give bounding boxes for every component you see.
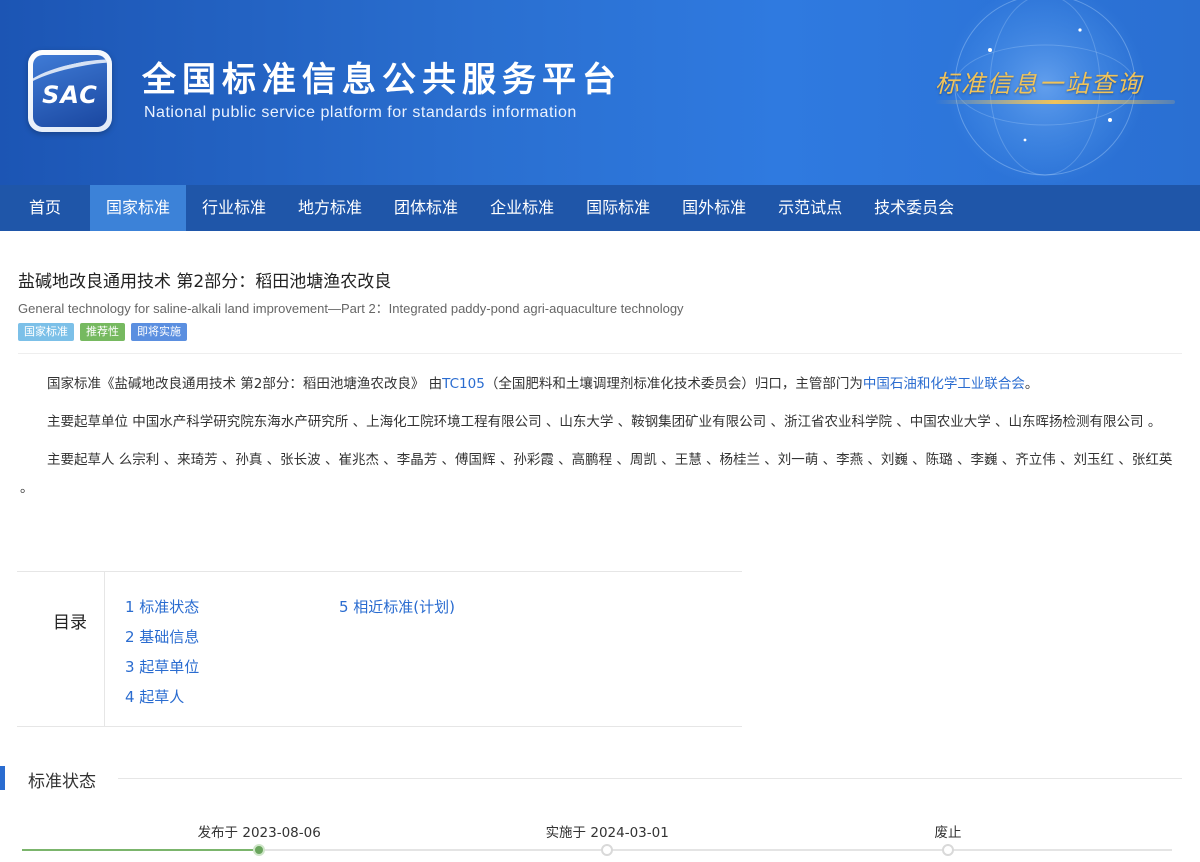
drafters-paragraph: 主要起草人 么宗利 、来琦芳 、孙真 、张长波 、崔兆杰 、李晶芳 、傅国辉 、… bbox=[18, 446, 1182, 502]
table-of-contents: 目录 1 标准状态 2 基础信息 3 起草单位 4 起草人 5 相近标准(计划) bbox=[17, 571, 742, 727]
standard-title-en: General technology for saline-alkali lan… bbox=[18, 301, 684, 316]
logo-text: SAC bbox=[42, 81, 98, 109]
intro-middle: （全国肥料和土壤调理剂标准化技术委员会）归口，主管部门为 bbox=[484, 376, 863, 392]
nav-foreign-standards[interactable]: 国外标准 bbox=[666, 185, 762, 231]
drafters-label: 主要起草人 bbox=[47, 452, 115, 468]
toc-label-cell: 目录 bbox=[17, 572, 105, 726]
timeline-dot-abolished bbox=[942, 844, 954, 856]
toc-link-status[interactable]: 1 标准状态 bbox=[125, 592, 199, 622]
toc-label: 目录 bbox=[53, 613, 87, 633]
nav-national-standards[interactable]: 国家标准 bbox=[90, 185, 187, 231]
timeline-dot-published bbox=[253, 844, 266, 856]
nav-group-standards[interactable]: 团体标准 bbox=[378, 185, 474, 231]
toc-link-basic-info[interactable]: 2 基础信息 bbox=[125, 622, 199, 652]
drafting-units-text: 中国水产科学研究院东海水产研究所 、上海化工院环境工程有限公司 、山东大学 、鞍… bbox=[132, 414, 1162, 430]
section-divider bbox=[118, 778, 1182, 779]
department-link[interactable]: 中国石油和化学工业联合会 bbox=[863, 376, 1025, 392]
timeline-label-effective: 实施于 2024-03-01 bbox=[545, 825, 669, 841]
timeline-dot-effective bbox=[601, 844, 614, 856]
toc-column-2: 5 相近标准(计划) bbox=[339, 592, 455, 622]
title-divider bbox=[18, 353, 1182, 354]
timeline-progress bbox=[22, 849, 260, 851]
slogan: 标准信息一站查询 bbox=[935, 70, 1143, 98]
main-content: 盐碱地改良通用技术 第2部分：稻田池塘渔农改良 General technolo… bbox=[0, 267, 1200, 502]
badge-recommended: 推荐性 bbox=[80, 323, 125, 341]
nav-local-standards[interactable]: 地方标准 bbox=[282, 185, 378, 231]
nav-enterprise-standards[interactable]: 企业标准 bbox=[474, 185, 570, 231]
nav-pilot[interactable]: 示范试点 bbox=[762, 185, 858, 231]
tc-link[interactable]: TC105 bbox=[442, 376, 485, 392]
site-subtitle: National public service platform for sta… bbox=[144, 104, 577, 121]
drafters-text: 么宗利 、来琦芳 、孙真 、张长波 、崔兆杰 、李晶芳 、傅国辉 、孙彩霞 、高… bbox=[20, 452, 1173, 496]
drafting-units-label: 主要起草单位 bbox=[47, 414, 128, 430]
badge-upcoming: 即将实施 bbox=[131, 323, 187, 341]
nav-home[interactable]: 首页 bbox=[0, 185, 90, 231]
intro-prefix: 国家标准《盐碱地改良通用技术 第2部分：稻田池塘渔农改良》 由 bbox=[47, 376, 443, 392]
slogan-underline bbox=[935, 100, 1175, 104]
nav-international-standards[interactable]: 国际标准 bbox=[570, 185, 666, 231]
toc-column-1: 1 标准状态 2 基础信息 3 起草单位 4 起草人 bbox=[125, 592, 199, 712]
nav-industry-standards[interactable]: 行业标准 bbox=[186, 185, 282, 231]
toc-link-similar-standards[interactable]: 5 相近标准(计划) bbox=[339, 592, 455, 622]
section-accent-bar bbox=[0, 766, 5, 790]
intro-paragraph: 国家标准《盐碱地改良通用技术 第2部分：稻田池塘渔农改良》 由TC105（全国肥… bbox=[18, 370, 1182, 398]
status-section-title: 标准状态 bbox=[28, 772, 96, 792]
site-title: 全国标准信息公共服务平台 bbox=[142, 60, 622, 100]
timeline-label-abolished: 废止 bbox=[934, 825, 962, 841]
status-section-header: 标准状态 bbox=[0, 764, 1182, 792]
sac-logo[interactable]: SAC bbox=[28, 50, 112, 132]
nav-technical-committees[interactable]: 技术委员会 bbox=[858, 185, 970, 231]
standard-title: 盐碱地改良通用技术 第2部分：稻田池塘渔农改良 bbox=[18, 272, 392, 292]
timeline-label-published: 发布于 2023-08-06 bbox=[197, 825, 321, 841]
status-timeline: 发布于 2023-08-06 实施于 2024-03-01 废止 bbox=[0, 818, 1200, 862]
toc-link-drafting-units[interactable]: 3 起草单位 bbox=[125, 652, 199, 682]
badge-row: 国家标准 推荐性 即将实施 bbox=[18, 323, 1182, 341]
toc-link-drafters[interactable]: 4 起草人 bbox=[125, 682, 199, 712]
site-banner: SAC 全国标准信息公共服务平台 National public service… bbox=[0, 0, 1200, 185]
drafting-units-paragraph: 主要起草单位 中国水产科学研究院东海水产研究所 、上海化工院环境工程有限公司 、… bbox=[18, 408, 1182, 436]
main-nav: 首页 国家标准 行业标准 地方标准 团体标准 企业标准 国际标准 国外标准 示范… bbox=[0, 185, 1200, 231]
intro-suffix: 。 bbox=[1024, 376, 1039, 392]
badge-national: 国家标准 bbox=[18, 323, 74, 341]
